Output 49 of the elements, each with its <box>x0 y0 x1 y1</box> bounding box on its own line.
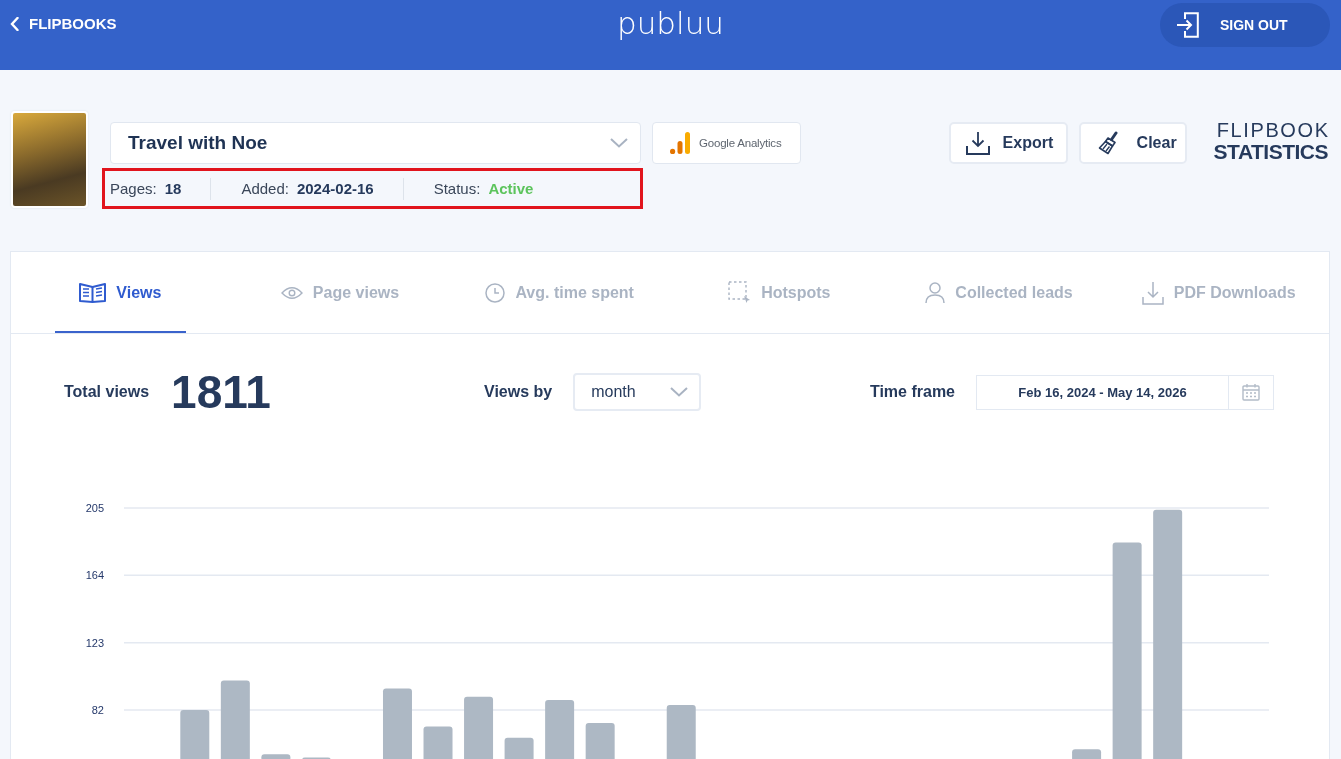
y-axis-label: 123 <box>85 636 104 649</box>
brush-icon <box>1097 131 1118 155</box>
y-axis-label: 164 <box>85 569 104 582</box>
total-views-label: Total views <box>64 383 150 401</box>
book-icon <box>79 282 107 303</box>
bar <box>666 705 696 759</box>
door-arrow-icon <box>1176 12 1199 38</box>
info-label: Pages: <box>110 180 157 197</box>
sign-out-button[interactable]: SIGN OUT <box>1160 3 1330 47</box>
date-range-field[interactable]: Feb 16, 2024 - May 14, 2026 <box>976 374 1274 410</box>
bar <box>464 696 494 759</box>
bar <box>1072 749 1102 759</box>
download-icon <box>1141 280 1164 305</box>
status-value: Active <box>488 180 534 197</box>
download-icon <box>965 131 990 155</box>
bar <box>261 754 291 759</box>
total-views-value: 1811 <box>171 369 271 415</box>
bar <box>423 726 453 759</box>
info-label: Status: <box>433 180 481 197</box>
bar <box>383 688 412 759</box>
page-title: FLIPBOOK STATISTICS <box>1213 120 1328 164</box>
info-value: 2024-02-16 <box>296 180 374 197</box>
info-label: Added: <box>241 180 289 197</box>
export-button[interactable]: Export <box>948 122 1068 164</box>
time-frame-label: Time frame <box>869 383 955 401</box>
y-axis-label: 82 <box>91 703 104 716</box>
eye-icon <box>280 285 303 300</box>
bar <box>585 723 615 759</box>
dashed-selection-icon <box>728 281 752 304</box>
analytics-bars-icon <box>670 132 690 154</box>
flipbooks-link[interactable]: FLIPBOOKS <box>10 15 117 33</box>
google-analytics-button[interactable]: Google Analytics <box>652 122 801 164</box>
chevron-down-icon <box>670 387 689 397</box>
clear-button[interactable]: Clear <box>1078 122 1187 164</box>
bar <box>504 737 534 759</box>
bar <box>545 700 575 759</box>
tab[interactable]: Views <box>55 252 187 333</box>
calendar-icon <box>1242 383 1260 401</box>
logo: publuu <box>617 7 724 43</box>
bar <box>180 709 210 759</box>
chevron-left-icon <box>10 16 19 31</box>
views-by-label: Views by <box>484 383 553 401</box>
y-axis-label: 205 <box>85 502 104 514</box>
clock-icon <box>485 282 506 303</box>
period-select[interactable]: month <box>573 373 702 411</box>
flipbook-select[interactable]: Travel with Noe <box>110 122 641 164</box>
person-icon <box>925 281 946 304</box>
chevron-down-icon <box>610 138 628 148</box>
info-value: 18 <box>164 180 182 197</box>
